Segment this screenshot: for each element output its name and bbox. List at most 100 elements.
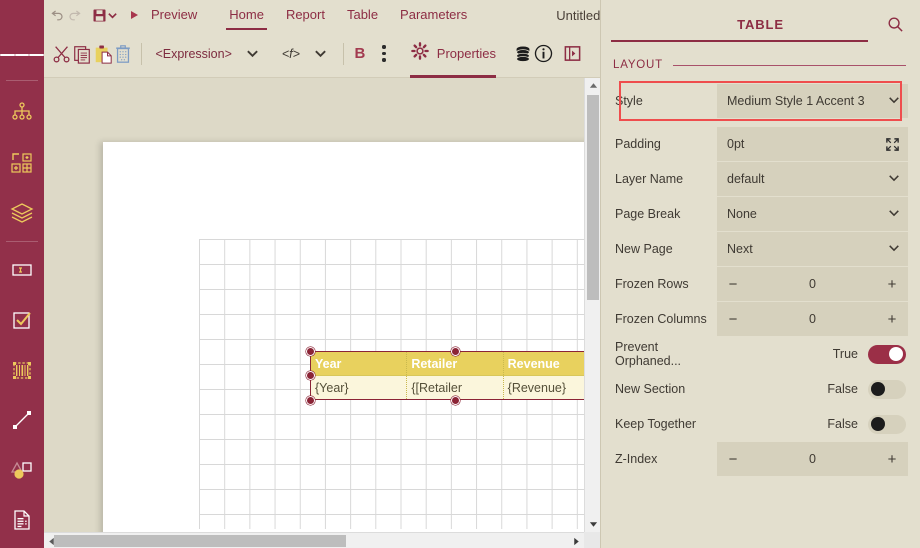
resize-handle-bottom-center[interactable]	[450, 395, 460, 405]
toolbar-divider-1	[140, 42, 142, 65]
style-select-value: Medium Style 1 Accent 3	[727, 94, 865, 108]
new-section-toggle[interactable]	[868, 379, 906, 399]
property-label: New Page	[615, 241, 673, 256]
save-options-chevron-down-icon[interactable]	[107, 0, 118, 30]
property-label: Prevent Orphaned...	[615, 339, 682, 368]
redo-icon[interactable]	[66, 0, 82, 30]
delete-button[interactable]	[113, 34, 133, 74]
layout-section-header: LAYOUT	[601, 52, 920, 78]
layer-name-value: default	[727, 172, 765, 186]
sidebar-item-barcode-tool[interactable]	[0, 345, 44, 395]
property-row-frozen-rows: Frozen Rows − 0 +	[613, 267, 908, 301]
resize-handle-top-left[interactable]	[305, 346, 315, 356]
frozen-rows-stepper[interactable]: − 0 +	[717, 267, 908, 301]
prevent-orphaned-toggle-group: True	[717, 337, 908, 371]
padding-field[interactable]: 0pt	[717, 127, 908, 161]
table-widget-body: Year Retailer Revenue {Year} {[Retailer …	[310, 351, 600, 400]
chevron-down-icon	[882, 95, 900, 107]
new-section-toggle-group: False	[717, 372, 908, 406]
expand-arrows-icon[interactable]	[885, 137, 900, 152]
frozen-columns-stepper[interactable]: − 0 +	[717, 302, 908, 336]
properties-panel: TABLE LAYOUT Style Medium Style 1 Accent…	[600, 0, 920, 548]
gear-icon	[410, 41, 430, 66]
resize-handle-top-center[interactable]	[450, 346, 460, 356]
save-icon[interactable]	[92, 0, 107, 30]
info-button[interactable]	[533, 34, 554, 74]
sidebar-item-layers[interactable]	[0, 188, 44, 238]
keep-together-toggle[interactable]	[868, 414, 906, 434]
undo-icon[interactable]	[50, 0, 66, 30]
properties-label: Properties	[436, 46, 497, 61]
new-page-select[interactable]: Next	[717, 232, 908, 266]
expression-select[interactable]: <Expression>	[149, 40, 266, 68]
panel-toggle-icon	[564, 46, 580, 61]
layer-name-select[interactable]: default	[717, 162, 908, 196]
sidebar-item-add-table[interactable]	[0, 138, 44, 188]
z-index-stepper[interactable]: − 0 +	[717, 442, 908, 476]
scissors-icon	[53, 45, 70, 62]
copy-icon	[74, 45, 91, 64]
horizontal-scroll-thumb[interactable]	[54, 535, 346, 547]
function-select[interactable]: <f>	[276, 40, 335, 68]
table-detail-cell[interactable]: {Year}	[311, 376, 406, 399]
tab-home[interactable]: Home	[218, 0, 275, 30]
toolbar-divider-2	[342, 42, 344, 65]
padding-value: 0pt	[727, 137, 745, 151]
expression-select-value: <Expression>	[155, 46, 232, 61]
resize-handle-bottom-left[interactable]	[305, 395, 315, 405]
caret-down-icon[interactable]	[585, 517, 600, 532]
section-rule	[672, 64, 906, 66]
sidebar-item-document-tool[interactable]	[0, 495, 44, 545]
preview-button[interactable]: Preview	[140, 0, 208, 30]
canvas-horizontal-scrollbar[interactable]	[44, 532, 584, 548]
kebab-menu-icon[interactable]	[376, 39, 392, 69]
document-title: Untitled	[556, 7, 601, 23]
search-icon[interactable]	[884, 13, 906, 35]
keep-together-value: False	[827, 417, 858, 431]
properties-panel-button[interactable]: Properties	[404, 30, 506, 78]
increment-button[interactable]: +	[876, 311, 908, 328]
increment-button[interactable]: +	[876, 276, 908, 293]
prevent-orphaned-toggle[interactable]	[868, 344, 906, 364]
caret-right-icon[interactable]	[569, 533, 584, 548]
tab-report[interactable]: Report	[275, 0, 336, 30]
vertical-scroll-thumb[interactable]	[587, 95, 599, 300]
decrement-button[interactable]: −	[717, 451, 749, 468]
increment-button[interactable]: +	[876, 451, 908, 468]
resize-handle-middle-left[interactable]	[305, 371, 315, 380]
table-widget[interactable]: Year Retailer Revenue {Year} {[Retailer …	[305, 346, 600, 405]
caret-up-icon[interactable]	[585, 78, 600, 93]
cut-button[interactable]	[52, 34, 72, 74]
canvas-vertical-scrollbar[interactable]	[584, 78, 600, 532]
sidebar-item-checkbox-tool[interactable]	[0, 295, 44, 345]
property-row-prevent-orphaned: Prevent Orphaned... True	[613, 337, 908, 371]
sidebar-item-line-tool[interactable]	[0, 395, 44, 445]
sidebar-item-text-box-tool[interactable]	[0, 245, 44, 295]
design-canvas[interactable]: Year Retailer Revenue {Year} {[Retailer …	[44, 78, 600, 548]
sidebar-item-shape-tool[interactable]	[0, 445, 44, 495]
property-row-keep-together: Keep Together False	[613, 407, 908, 441]
info-circle-icon	[534, 44, 553, 63]
property-label: New Section	[615, 381, 686, 396]
table-header-cell[interactable]: Year	[311, 352, 406, 375]
play-icon[interactable]	[128, 0, 140, 30]
property-label: Layer Name	[615, 171, 684, 186]
panel-toggle-button[interactable]	[554, 34, 590, 74]
tab-parameters[interactable]: Parameters	[389, 0, 478, 30]
copy-button[interactable]	[72, 34, 92, 74]
decrement-button[interactable]: −	[717, 276, 749, 293]
frozen-rows-value: 0	[809, 277, 816, 291]
page-break-select[interactable]: None	[717, 197, 908, 231]
hamburger-menu-icon[interactable]	[0, 40, 45, 70]
clipboard-paste-icon	[95, 44, 112, 64]
paste-button[interactable]	[92, 34, 112, 74]
report-page[interactable]: Year Retailer Revenue {Year} {[Retailer …	[103, 142, 600, 548]
tab-table[interactable]: Table	[336, 0, 389, 30]
decrement-button[interactable]: −	[717, 311, 749, 328]
style-select[interactable]: Medium Style 1 Accent 3	[717, 84, 908, 118]
bold-button[interactable]: B	[352, 39, 369, 69]
data-source-button[interactable]	[513, 34, 533, 74]
prevent-orphaned-value: True	[832, 347, 858, 361]
trash-icon	[115, 44, 130, 63]
sidebar-item-report-explorer[interactable]	[0, 88, 44, 138]
